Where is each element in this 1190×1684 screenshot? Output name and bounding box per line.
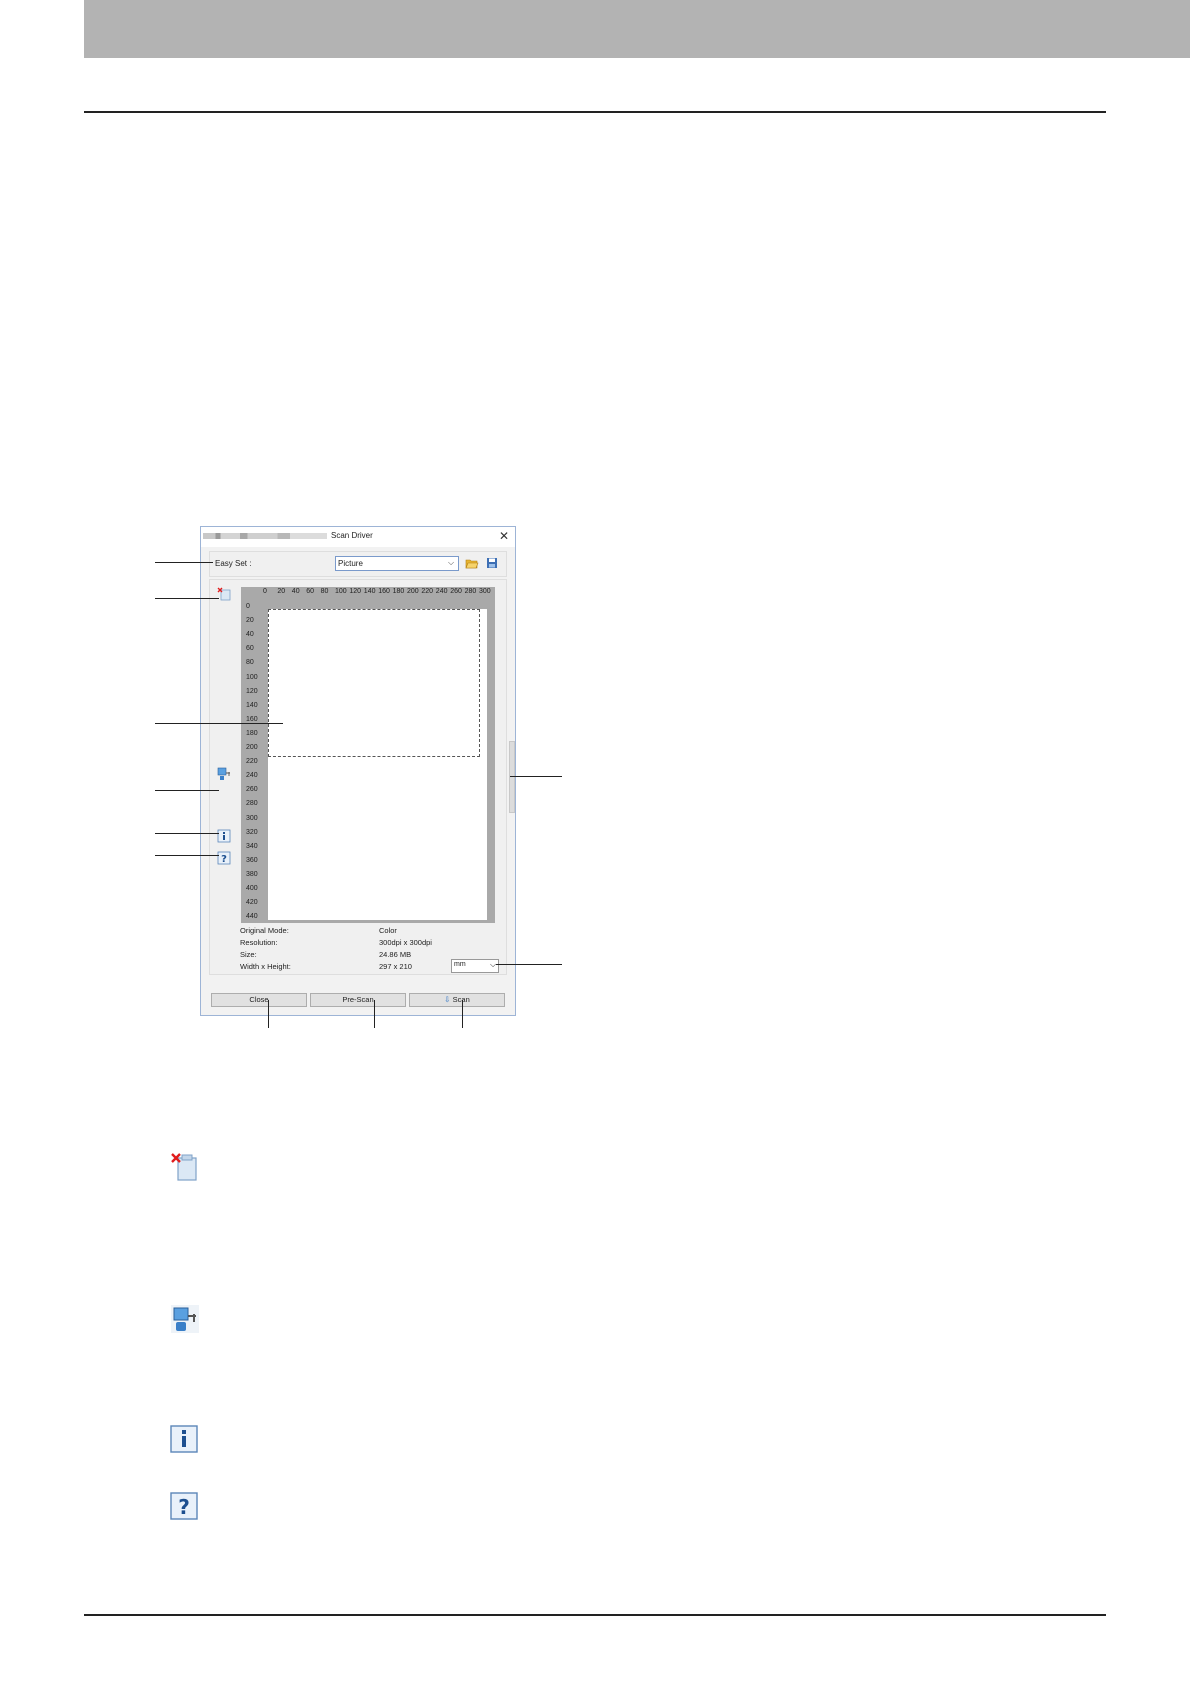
page-header-bar bbox=[84, 0, 1190, 58]
connection-icon[interactable] bbox=[217, 767, 231, 781]
info-label: Size: bbox=[240, 950, 257, 959]
connection-icon bbox=[171, 1305, 199, 1333]
info-value: Color bbox=[379, 926, 397, 935]
ruler-x-tick: 20 bbox=[277, 588, 286, 595]
ruler-y-tick: 160 bbox=[246, 715, 258, 723]
close-button[interactable]: Close bbox=[211, 993, 307, 1007]
info-label: Resolution: bbox=[240, 938, 278, 947]
easy-set-value: Picture bbox=[338, 559, 363, 568]
ruler-y-tick: 400 bbox=[246, 885, 258, 892]
ruler-y-tick: 280 bbox=[246, 800, 258, 808]
dialog-titlebar: Scan Driver ✕ bbox=[201, 527, 515, 547]
callout-line bbox=[155, 598, 219, 599]
callout-line bbox=[155, 562, 213, 563]
ruler-x-tick: 300 bbox=[479, 588, 491, 595]
ruler-x-tick: 280 bbox=[464, 588, 477, 595]
info-label: Original Mode: bbox=[240, 926, 289, 935]
ruler-y-tick: 140 bbox=[246, 701, 258, 709]
ruler-x-tick: 260 bbox=[450, 588, 462, 595]
preview-area[interactable]: 0 20 40 60 80 100 120 140 160 180 200 220 240 260 280 3… bbox=[241, 587, 495, 923]
ruler-x-tick: 180 bbox=[392, 588, 405, 595]
save-icon[interactable] bbox=[486, 557, 498, 569]
ruler-y-tick: 360 bbox=[246, 856, 258, 864]
info-value: 300dpi x 300dpi bbox=[379, 938, 432, 947]
svg-text:?: ? bbox=[221, 854, 227, 865]
callout-line bbox=[462, 1000, 463, 1028]
ruler-y-tick: 300 bbox=[246, 814, 258, 822]
ruler-x-tick: 160 bbox=[378, 588, 390, 595]
ruler-x-tick: 40 bbox=[291, 588, 300, 595]
ruler-x-tick: 120 bbox=[349, 588, 362, 595]
ruler-x-tick: 220 bbox=[421, 588, 434, 595]
callout-line bbox=[155, 723, 283, 724]
scan-driver-dialog: Scan Driver ✕ Easy Set : Picture ⌵ ? 0 20… bbox=[200, 526, 516, 1016]
clear-preview-icon bbox=[171, 1153, 197, 1181]
ruler-x-tick: 100 bbox=[335, 588, 347, 595]
info-icon[interactable] bbox=[217, 829, 231, 843]
scan-arrow-icon: ⇩ bbox=[444, 995, 451, 1004]
easy-set-label: Easy Set : bbox=[215, 559, 252, 568]
callout-line bbox=[374, 1000, 375, 1028]
svg-text:?: ? bbox=[178, 1495, 190, 1519]
blurred-device-name bbox=[203, 533, 327, 539]
scan-button[interactable]: ⇩ Scan bbox=[409, 993, 505, 1007]
help-icon[interactable]: ? bbox=[217, 851, 231, 865]
preview-page bbox=[268, 609, 487, 920]
ruler-y-tick: 380 bbox=[246, 870, 258, 878]
info-value: 24.86 MB bbox=[379, 950, 412, 959]
ruler-y-tick: 0 bbox=[246, 603, 250, 610]
ruler-x-tick: 0 bbox=[263, 588, 267, 595]
ruler-y-tick: 120 bbox=[246, 687, 258, 695]
callout-line bbox=[155, 790, 219, 791]
ruler-y-tick: 320 bbox=[246, 828, 258, 836]
ruler-y-tick: 100 bbox=[246, 673, 258, 681]
ruler-y-tick: 40 bbox=[246, 631, 254, 639]
callout-line bbox=[496, 964, 562, 965]
ruler-vertical: 0 20 40 60 80 100 120 140 160 180 200 220 240 260 280 3… bbox=[241, 601, 267, 923]
ruler-y-tick: 340 bbox=[246, 842, 258, 850]
clear-preview-icon[interactable] bbox=[217, 587, 231, 601]
ruler-y-tick: 200 bbox=[246, 744, 258, 751]
ruler-y-tick: 220 bbox=[246, 758, 258, 766]
ruler-y-tick: 440 bbox=[246, 913, 258, 921]
chevron-down-icon: ⌵ bbox=[448, 558, 455, 567]
ruler-y-tick: 60 bbox=[246, 645, 254, 653]
ruler-x-tick: 60 bbox=[306, 588, 314, 595]
ruler-x-tick: 140 bbox=[363, 588, 376, 595]
close-icon[interactable]: ✕ bbox=[499, 529, 509, 543]
ruler-y-tick: 240 bbox=[246, 772, 258, 780]
scan-area-selection[interactable] bbox=[268, 609, 480, 757]
ruler-x-tick: 200 bbox=[407, 588, 419, 595]
ruler-horizontal: 0 20 40 60 80 100 120 140 160 180 200 220 240 260 280 3… bbox=[241, 587, 495, 601]
ruler-y-tick: 80 bbox=[246, 659, 254, 667]
unit-value: mm bbox=[454, 961, 466, 968]
footer-rule bbox=[84, 1614, 1106, 1616]
ruler-x-tick: 80 bbox=[320, 588, 329, 595]
info-value: 297 x 210 bbox=[379, 962, 412, 971]
unit-select[interactable]: mm ⌵ bbox=[451, 959, 499, 973]
info-label: Width x Height: bbox=[240, 962, 291, 971]
header-rule bbox=[84, 111, 1106, 113]
folder-open-icon[interactable] bbox=[465, 557, 479, 569]
callout-line bbox=[268, 1000, 269, 1028]
ruler-y-tick: 260 bbox=[246, 786, 258, 794]
ruler-y-tick: 20 bbox=[246, 617, 254, 625]
callout-line bbox=[155, 833, 219, 834]
easy-set-select[interactable]: Picture ⌵ bbox=[335, 556, 459, 571]
callout-line bbox=[155, 855, 219, 856]
info-icon bbox=[170, 1425, 198, 1453]
panel-expand-handle[interactable] bbox=[509, 741, 515, 813]
ruler-y-tick: 420 bbox=[246, 899, 258, 907]
help-icon: ? bbox=[170, 1492, 198, 1520]
callout-line bbox=[510, 776, 562, 777]
prescan-button[interactable]: Pre-Scan bbox=[310, 993, 406, 1007]
chevron-down-icon: ⌵ bbox=[490, 960, 497, 969]
dialog-title: Scan Driver bbox=[331, 531, 373, 540]
ruler-x-tick: 240 bbox=[435, 588, 448, 595]
ruler-y-tick: 180 bbox=[246, 729, 258, 737]
